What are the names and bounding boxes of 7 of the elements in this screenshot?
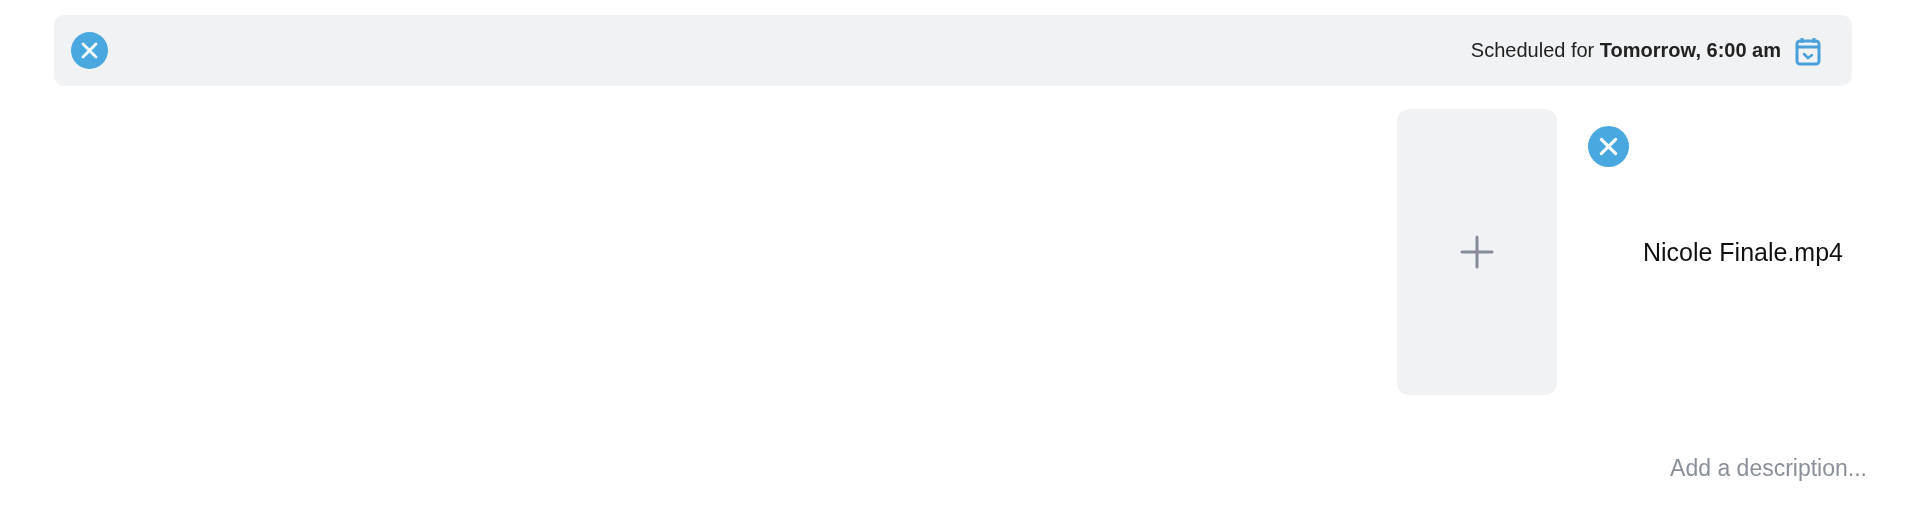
schedule-text: Scheduled for Tomorrow, 6:00 am <box>1470 39 1781 62</box>
file-name: Nicole Finale.mp4 <box>1641 237 1843 267</box>
calendar-icon <box>1795 35 1821 66</box>
close-icon[interactable] <box>1588 126 1629 167</box>
plus-icon <box>1460 235 1494 269</box>
close-icon[interactable] <box>71 32 108 69</box>
description-field[interactable]: Add a description... <box>1367 455 1867 482</box>
